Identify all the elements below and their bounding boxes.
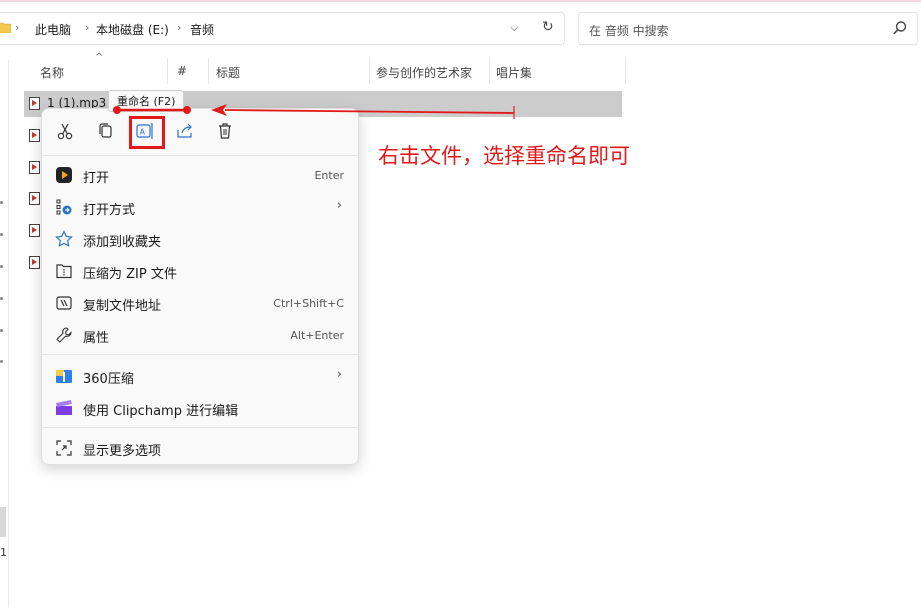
mp3-file-icon bbox=[29, 97, 40, 110]
menu-item-shortcut: Ctrl+Shift+C bbox=[273, 297, 344, 310]
breadcrumb-this-pc[interactable]: 此电脑 bbox=[35, 21, 71, 38]
breadcrumb-local-disk[interactable]: 本地磁盘 (E:) bbox=[96, 21, 169, 38]
folder-icon bbox=[0, 22, 11, 33]
clipchamp-icon bbox=[56, 400, 72, 415]
media-player-icon bbox=[56, 167, 72, 183]
menu-item-compress-zip[interactable]: 压缩为 ZIP 文件 bbox=[42, 256, 358, 286]
menu-item-label: 属性 bbox=[83, 331, 110, 346]
menu-item-properties[interactable]: 属性 Alt+Enter bbox=[42, 320, 358, 350]
mp3-file-icon bbox=[29, 129, 40, 142]
menu-item-clipchamp[interactable]: 使用 Clipchamp 进行编辑 bbox=[42, 393, 358, 423]
nav-label-fragment: 1 bbox=[0, 546, 7, 559]
menu-item-label: 压缩为 ZIP 文件 bbox=[83, 267, 177, 282]
menu-item-label: 使用 Clipchamp 进行编辑 bbox=[83, 404, 239, 419]
column-header-name[interactable]: 名称 bbox=[40, 64, 64, 81]
nav-expander[interactable] bbox=[0, 329, 3, 332]
column-header-number[interactable]: # bbox=[177, 64, 187, 78]
wrench-icon bbox=[56, 327, 72, 343]
menu-divider bbox=[42, 354, 358, 355]
share-icon[interactable] bbox=[175, 121, 195, 141]
nav-selected-item[interactable] bbox=[0, 507, 6, 537]
annotation-text: 右击文件，选择重命名即可 bbox=[378, 144, 630, 168]
nav-expander[interactable] bbox=[0, 265, 3, 268]
nav-expander[interactable] bbox=[0, 233, 3, 236]
column-divider[interactable] bbox=[489, 58, 490, 84]
menu-item-label: 显示更多选项 bbox=[83, 444, 162, 459]
address-bar[interactable]: › 此电脑 › 本地磁盘 (E:) › 音频 ⌵ ↻ bbox=[0, 12, 565, 45]
column-header-title[interactable]: 标题 bbox=[216, 64, 240, 81]
search-box[interactable]: 在 音频 中搜索 bbox=[578, 12, 918, 45]
menu-item-open[interactable]: 打开 Enter bbox=[42, 160, 358, 190]
breadcrumb-separator: › bbox=[177, 21, 182, 34]
sort-caret-icon: ^ bbox=[95, 52, 104, 63]
chevron-right-icon: › bbox=[336, 367, 342, 382]
copy-path-icon bbox=[56, 296, 72, 310]
menu-item-360-compress[interactable]: 360压缩 › bbox=[42, 361, 358, 391]
search-icon[interactable] bbox=[892, 20, 908, 36]
column-divider[interactable] bbox=[369, 58, 370, 84]
breadcrumb-audio[interactable]: 音频 bbox=[190, 21, 214, 38]
zip-icon bbox=[56, 264, 72, 279]
column-header-artist[interactable]: 参与创作的艺术家 bbox=[376, 64, 472, 81]
menu-item-label: 添加到收藏夹 bbox=[83, 235, 162, 250]
archive-360-icon bbox=[56, 370, 72, 383]
window-top-border bbox=[0, 0, 921, 2]
menu-item-open-with[interactable]: 打开方式 › bbox=[42, 192, 358, 222]
chevron-right-icon: › bbox=[336, 198, 342, 213]
context-menu: A 打开 Enter 打开方式 › 添加到收藏夹 压缩为 ZIP 文件 复制文件… bbox=[41, 108, 359, 465]
star-icon bbox=[55, 230, 73, 247]
mp3-file-icon bbox=[29, 224, 40, 237]
cut-icon[interactable] bbox=[55, 121, 75, 141]
column-divider[interactable] bbox=[625, 58, 626, 84]
menu-divider bbox=[42, 155, 358, 156]
column-divider[interactable] bbox=[167, 58, 168, 84]
chevron-down-icon[interactable]: ⌵ bbox=[510, 21, 518, 35]
open-with-icon bbox=[56, 199, 72, 215]
nav-pane-divider bbox=[8, 60, 9, 607]
menu-item-shortcut: Alt+Enter bbox=[290, 329, 344, 342]
mp3-file-icon bbox=[29, 192, 40, 205]
menu-item-label: 打开 bbox=[83, 171, 110, 186]
menu-item-add-favorites[interactable]: 添加到收藏夹 bbox=[42, 224, 358, 254]
copy-icon[interactable] bbox=[95, 121, 115, 141]
menu-item-label: 打开方式 bbox=[83, 203, 136, 218]
menu-item-show-more[interactable]: 显示更多选项 bbox=[42, 433, 358, 463]
mp3-file-icon bbox=[29, 256, 40, 269]
annotation-arrow bbox=[113, 104, 515, 119]
show-more-icon bbox=[56, 440, 72, 456]
refresh-icon[interactable]: ↻ bbox=[542, 19, 554, 35]
menu-item-label: 360压缩 bbox=[83, 372, 134, 387]
breadcrumb-separator: › bbox=[85, 21, 90, 34]
mp3-file-icon bbox=[29, 161, 40, 174]
nav-expander[interactable] bbox=[0, 297, 3, 300]
menu-divider bbox=[42, 427, 358, 428]
nav-expander[interactable] bbox=[0, 360, 3, 363]
column-header-album[interactable]: 唱片集 bbox=[496, 64, 532, 81]
breadcrumb-separator: › bbox=[15, 21, 20, 34]
menu-item-copy-path[interactable]: 复制文件地址 Ctrl+Shift+C bbox=[42, 288, 358, 318]
column-divider[interactable] bbox=[208, 58, 209, 84]
nav-expander[interactable] bbox=[0, 201, 3, 204]
delete-icon[interactable] bbox=[215, 121, 235, 141]
menu-item-label: 复制文件地址 bbox=[83, 299, 162, 314]
search-input[interactable]: 在 音频 中搜索 bbox=[589, 22, 669, 39]
menu-item-shortcut: Enter bbox=[314, 169, 344, 182]
